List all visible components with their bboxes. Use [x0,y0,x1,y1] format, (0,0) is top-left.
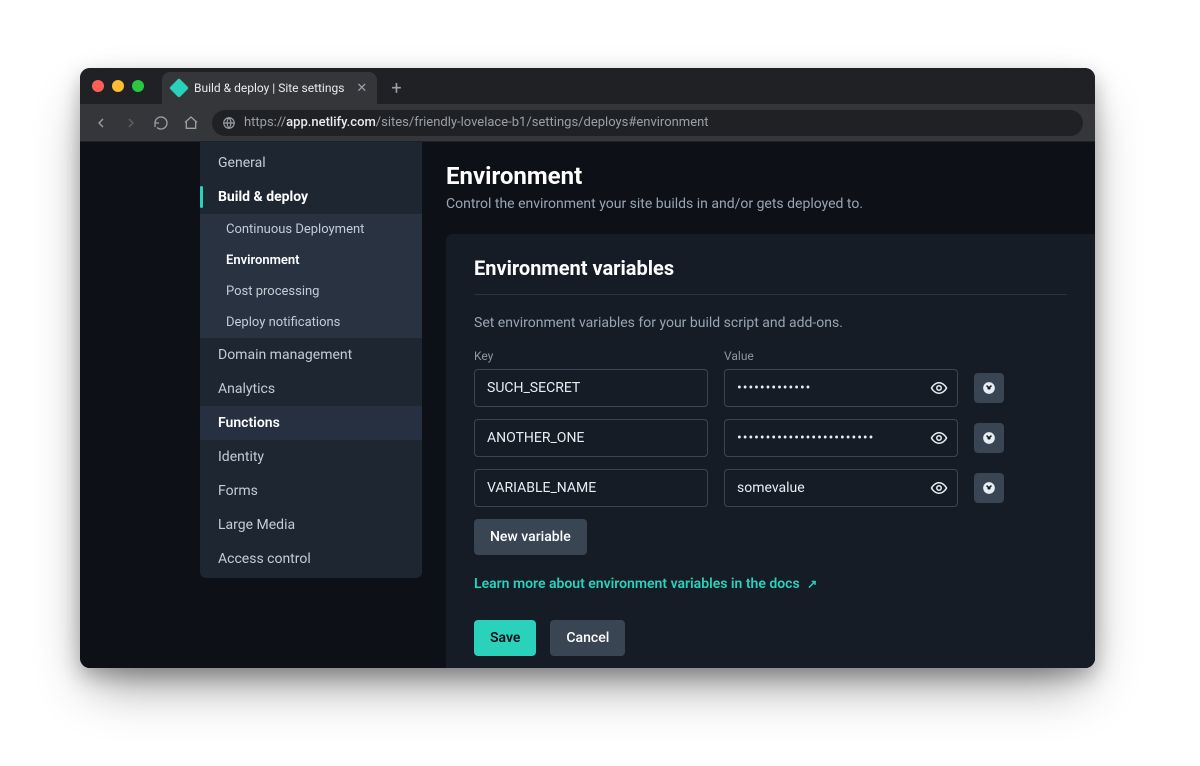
external-link-icon: ↗ [807,577,817,591]
window-controls [92,68,162,104]
window-maximize-dot[interactable] [132,80,144,92]
reveal-value-icon[interactable] [926,375,952,401]
reveal-value-icon[interactable] [926,425,952,451]
url-scheme: https:// [244,115,286,130]
delete-row-button[interactable] [974,423,1004,453]
panel-actions: Save Cancel [474,620,1067,656]
sidebar-item-large-media[interactable]: Large Media [200,508,422,542]
env-vars-panel: Environment variables Set environment va… [446,234,1095,668]
delete-row-button[interactable] [974,373,1004,403]
window-minimize-dot[interactable] [112,80,124,92]
panel-description: Set environment variables for your build… [474,315,1067,331]
env-key-input[interactable] [474,469,708,507]
key-column-header: Key [474,349,708,363]
cancel-button[interactable]: Cancel [550,620,625,656]
new-variable-button[interactable]: New variable [474,519,587,555]
sidebar-item-build-deploy[interactable]: Build & deploy [200,180,422,214]
sidebar-sub-deploy-notifications[interactable]: Deploy notifications [200,307,422,338]
url-host: app.netlify.com [286,115,376,130]
env-key-input[interactable] [474,369,708,407]
delete-row-button[interactable] [974,473,1004,503]
browser-tab[interactable]: Build & deploy | Site settings ✕ [162,72,377,104]
window-close-dot[interactable] [92,80,104,92]
save-button[interactable]: Save [474,620,536,656]
env-key-input[interactable] [474,419,708,457]
sidebar-item-access-control[interactable]: Access control [200,542,422,576]
reveal-value-icon[interactable] [926,475,952,501]
sidebar-sub-post-processing[interactable]: Post processing [200,276,422,307]
sidebar-item-forms[interactable]: Forms [200,474,422,508]
settings-sidebar: General Build & deploy Continuous Deploy… [200,142,422,578]
browser-tabbar: Build & deploy | Site settings ✕ + [80,68,1095,104]
sidebar-sub-continuous-deployment[interactable]: Continuous Deployment [200,214,422,245]
docs-link[interactable]: Learn more about environment variables i… [474,576,817,592]
sidebar-subgroup-build-deploy: Continuous Deployment Environment Post p… [200,214,422,338]
docs-link-text: Learn more about environment variables i… [474,576,800,592]
env-var-row [474,469,1067,507]
sidebar-item-functions[interactable]: Functions [200,406,422,440]
sidebar-item-general[interactable]: General [200,146,422,180]
nav-reload-icon[interactable] [152,115,170,131]
left-gutter [80,142,200,668]
env-value-input[interactable] [724,419,958,457]
tab-title: Build & deploy | Site settings [194,81,344,95]
url-path: /sites/friendly-lovelace-b1/settings/dep… [376,115,709,130]
kv-header-row: Key Value [474,349,1067,363]
sidebar-item-domain-management[interactable]: Domain management [200,338,422,372]
sidebar-item-identity[interactable]: Identity [200,440,422,474]
page-subtitle: Control the environment your site builds… [446,196,1095,212]
main-column: Environment Control the environment your… [422,142,1095,668]
app-content: General Build & deploy Continuous Deploy… [80,142,1095,668]
site-info-icon [222,116,236,130]
browser-window: Build & deploy | Site settings ✕ + https… [80,68,1095,668]
env-var-row [474,419,1067,457]
sidebar-sub-environment[interactable]: Environment [200,245,422,276]
env-value-input[interactable] [724,369,958,407]
nav-forward-icon[interactable] [122,115,140,131]
panel-title: Environment variables [474,256,1067,295]
netlify-favicon-icon [169,78,189,98]
env-var-row [474,369,1067,407]
sidebar-item-analytics[interactable]: Analytics [200,372,422,406]
nav-home-icon[interactable] [182,115,200,131]
page-title: Environment [446,162,1095,190]
tab-close-icon[interactable]: ✕ [356,81,367,96]
address-bar[interactable]: https://app.netlify.com/sites/friendly-l… [212,110,1083,136]
nav-back-icon[interactable] [92,115,110,131]
new-tab-button[interactable]: + [377,72,415,104]
browser-toolbar: https://app.netlify.com/sites/friendly-l… [80,104,1095,142]
value-column-header: Value [724,349,958,363]
env-value-input[interactable] [724,469,958,507]
